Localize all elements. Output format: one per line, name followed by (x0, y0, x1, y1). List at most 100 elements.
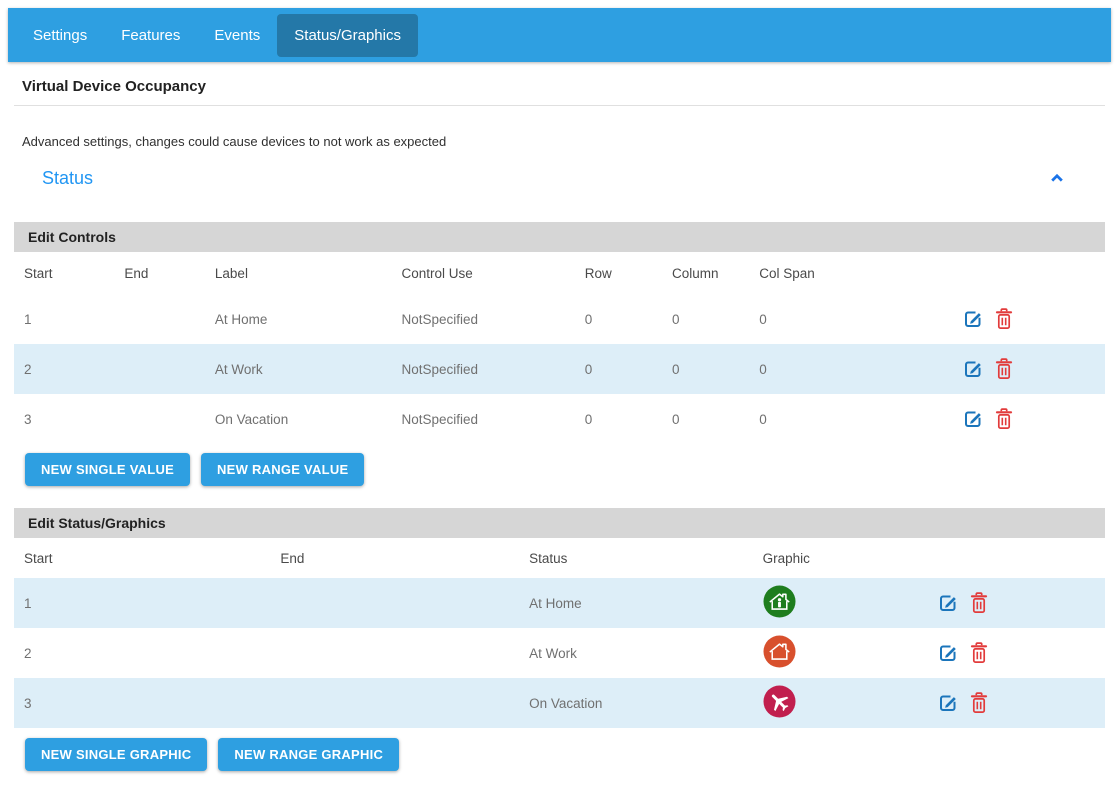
cell-label: On Vacation (205, 394, 392, 444)
delete-row-button[interactable] (969, 592, 989, 614)
edit-row-button[interactable] (937, 642, 959, 664)
col-start: Start (14, 252, 114, 294)
collapse-section-button[interactable] (1049, 171, 1065, 185)
cell-control-use: NotSpecified (391, 344, 574, 394)
trash-can-icon (994, 358, 1014, 380)
cell-label: At Home (205, 294, 392, 344)
cell-control-use: NotSpecified (391, 394, 574, 444)
edit-row-button[interactable] (962, 408, 984, 430)
delete-row-button[interactable] (969, 642, 989, 664)
cell-row: 0 (575, 344, 662, 394)
cell-status: At Home (519, 578, 752, 628)
col-row: Row (575, 252, 662, 294)
cell-end (114, 294, 205, 344)
cell-actions (916, 678, 1105, 728)
cell-control-use: NotSpecified (391, 294, 574, 344)
cell-col-span: 0 (749, 394, 870, 444)
graphics-header-row: Start End Status Graphic (14, 538, 1105, 578)
col-col-span: Col Span (749, 252, 870, 294)
cell-column: 0 (662, 294, 749, 344)
cell-end (270, 678, 519, 728)
col-graphic: Graphic (753, 538, 917, 578)
chevron-up-icon (1049, 171, 1065, 185)
col-status: Status (519, 538, 752, 578)
cell-actions (916, 578, 1105, 628)
col-label: Label (205, 252, 392, 294)
cell-graphic (753, 678, 917, 728)
cell-column: 0 (662, 394, 749, 444)
col-column: Column (662, 252, 749, 294)
col-actions (916, 538, 1105, 578)
tab-features[interactable]: Features (104, 14, 197, 57)
cell-row: 0 (575, 394, 662, 444)
cell-col-span: 0 (749, 294, 870, 344)
controls-header-row: Start End Label Control Use Row Column C… (14, 252, 1105, 294)
col-control-use: Control Use (391, 252, 574, 294)
cell-label: At Work (205, 344, 392, 394)
trash-can-icon (994, 308, 1014, 330)
advanced-settings-warning: Advanced settings, changes could cause d… (14, 134, 1105, 149)
delete-row-button[interactable] (994, 308, 1014, 330)
cell-end (270, 628, 519, 678)
col-end: End (270, 538, 519, 578)
edit-row-button[interactable] (962, 308, 984, 330)
section-status-link[interactable]: Status (42, 168, 93, 189)
status-section-header: Status (14, 167, 1105, 189)
airplane-icon (763, 685, 796, 718)
new-single-graphic-button[interactable]: NEW SINGLE GRAPHIC (25, 738, 207, 771)
col-start: Start (14, 538, 270, 578)
cell-end (114, 344, 205, 394)
cell-status: At Work (519, 628, 752, 678)
delete-row-button[interactable] (994, 408, 1014, 430)
col-actions (870, 252, 1105, 294)
edit-pencil-square-icon (937, 692, 959, 714)
cell-actions (870, 344, 1105, 394)
edit-pencil-square-icon (962, 408, 984, 430)
occupied-home-icon (763, 585, 796, 618)
edit-controls-header: Edit Controls (14, 222, 1105, 252)
cell-column: 0 (662, 344, 749, 394)
status-graphics-table: Start End Status Graphic 1 At Home (14, 538, 1105, 728)
cell-status: On Vacation (519, 678, 752, 728)
empty-home-icon (763, 635, 796, 668)
table-row: 3 On Vacation NotSpecified 0 0 0 (14, 394, 1105, 444)
new-single-value-button[interactable]: NEW SINGLE VALUE (25, 453, 190, 486)
table-row: 2 At Work NotSpecified 0 0 0 (14, 344, 1105, 394)
edit-pencil-square-icon (962, 358, 984, 380)
edit-pencil-square-icon (937, 642, 959, 664)
cell-graphic (753, 578, 917, 628)
top-navbar: Settings Features Events Status/Graphics (8, 8, 1111, 62)
new-range-graphic-button[interactable]: NEW RANGE GRAPHIC (218, 738, 399, 771)
cell-start: 2 (14, 344, 114, 394)
edit-pencil-square-icon (962, 308, 984, 330)
cell-start: 1 (14, 578, 270, 628)
cell-graphic (753, 628, 917, 678)
col-end: End (114, 252, 205, 294)
cell-start: 3 (14, 678, 270, 728)
cell-start: 2 (14, 628, 270, 678)
tab-events[interactable]: Events (197, 14, 277, 57)
table-row: 3 On Vacation (14, 678, 1105, 728)
tab-status-graphics[interactable]: Status/Graphics (277, 14, 418, 57)
controls-table: Start End Label Control Use Row Column C… (14, 252, 1105, 444)
trash-can-icon (969, 692, 989, 714)
edit-row-button[interactable] (937, 592, 959, 614)
new-range-value-button[interactable]: NEW RANGE VALUE (201, 453, 364, 486)
tab-settings[interactable]: Settings (16, 14, 104, 57)
cell-end (114, 394, 205, 444)
edit-row-button[interactable] (962, 358, 984, 380)
edit-pencil-square-icon (937, 592, 959, 614)
edit-status-graphics-header: Edit Status/Graphics (14, 508, 1105, 538)
delete-row-button[interactable] (969, 692, 989, 714)
table-row: 2 At Work (14, 628, 1105, 678)
edit-row-button[interactable] (937, 692, 959, 714)
delete-row-button[interactable] (994, 358, 1014, 380)
cell-actions (916, 628, 1105, 678)
page-title: Virtual Device Occupancy (14, 62, 1105, 106)
table-row: 1 At Home (14, 578, 1105, 628)
trash-can-icon (969, 592, 989, 614)
cell-start: 3 (14, 394, 114, 444)
cell-row: 0 (575, 294, 662, 344)
table-row: 1 At Home NotSpecified 0 0 0 (14, 294, 1105, 344)
cell-col-span: 0 (749, 344, 870, 394)
